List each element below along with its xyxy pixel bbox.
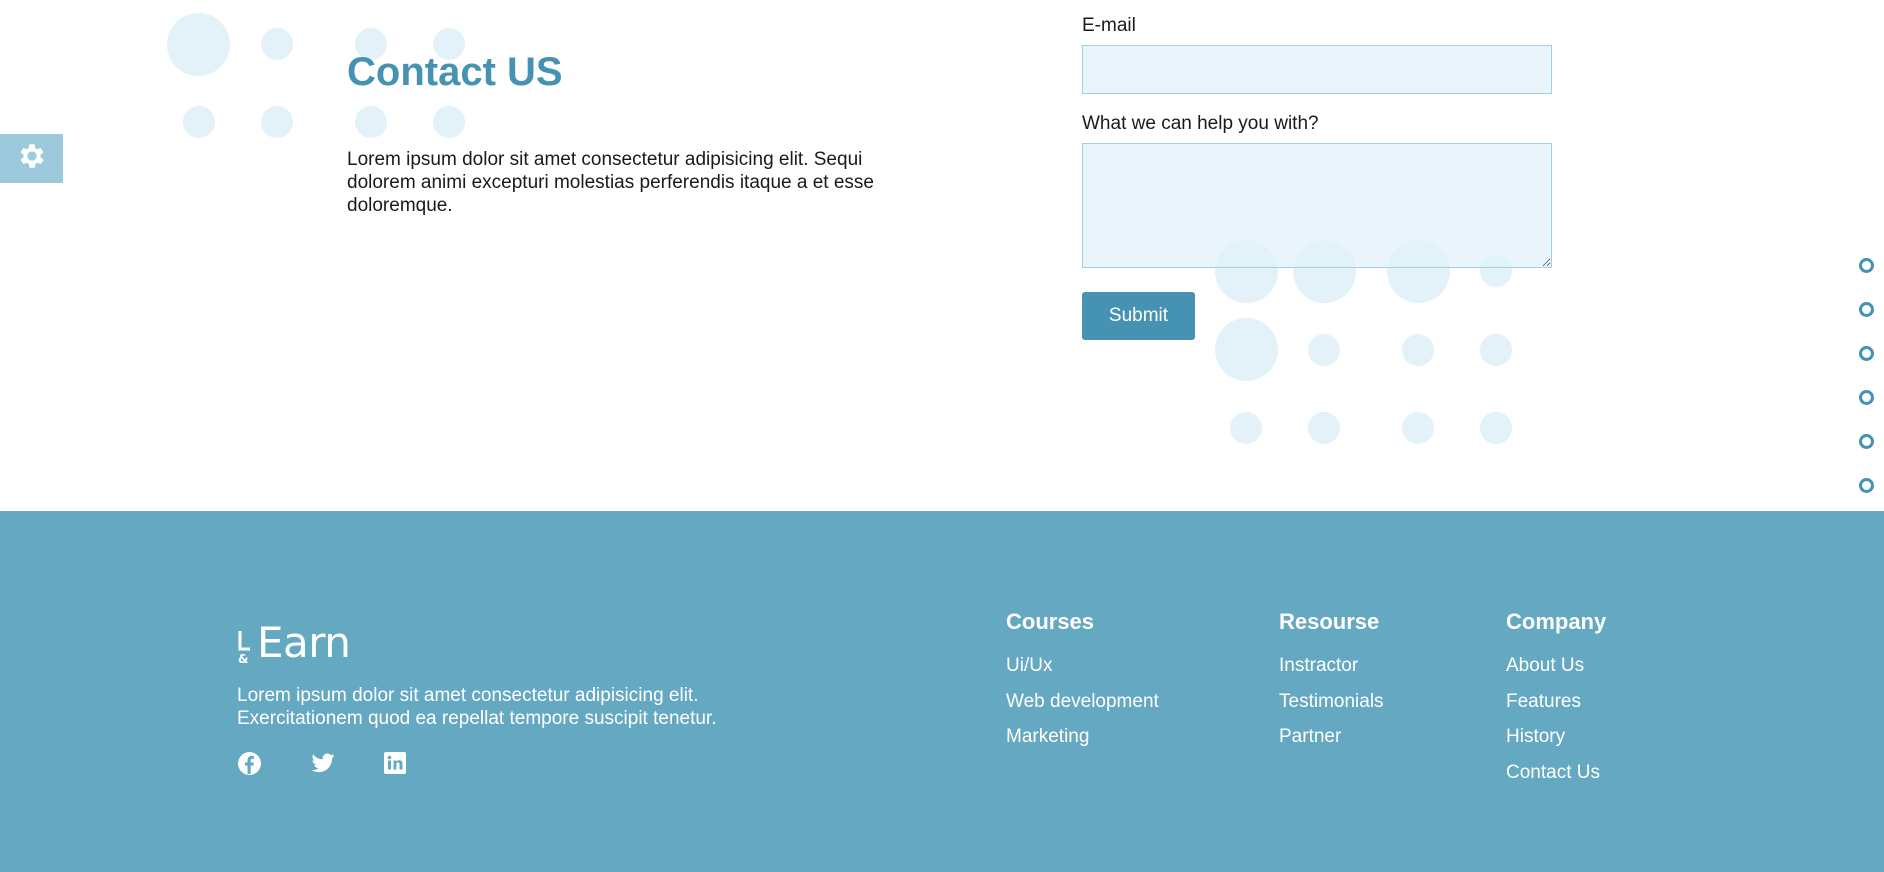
- logo-text: Earn: [257, 618, 351, 667]
- decor-dot: [183, 106, 215, 138]
- footer-column-title: Courses: [1006, 609, 1095, 634]
- email-field[interactable]: [1082, 45, 1552, 94]
- decor-dot: [167, 13, 230, 76]
- decor-dot: [1308, 412, 1340, 444]
- page-title: Contact US: [347, 50, 563, 94]
- page-nav-dot[interactable]: [1859, 258, 1874, 273]
- decor-dot: [1402, 412, 1434, 444]
- footer-link[interactable]: Web development: [1006, 691, 1159, 727]
- page-nav-dot[interactable]: [1859, 434, 1874, 449]
- linkedin-icon[interactable]: [383, 751, 408, 776]
- logo[interactable]: & Earn: [237, 618, 351, 667]
- footer-description: Lorem ipsum dolor sit amet consectetur a…: [237, 685, 717, 729]
- decor-dot: [1402, 334, 1434, 366]
- decor-dot: [1230, 412, 1262, 444]
- decor-dot: [433, 106, 465, 138]
- page-nav-dot[interactable]: [1859, 478, 1874, 493]
- footer-column-courses: Courses Ui/Ux Web development Marketing: [1006, 609, 1159, 762]
- facebook-icon[interactable]: [237, 751, 262, 776]
- footer-link[interactable]: Ui/Ux: [1006, 655, 1159, 691]
- help-label: What we can help you with?: [1082, 113, 1319, 134]
- settings-button[interactable]: [0, 134, 63, 183]
- footer-column-company: Company About Us Features History Contac…: [1506, 609, 1606, 797]
- page-nav-dot[interactable]: [1859, 302, 1874, 317]
- page-nav-dot[interactable]: [1859, 390, 1874, 405]
- footer-link[interactable]: Features: [1506, 691, 1606, 727]
- decor-dot: [1480, 334, 1512, 366]
- footer: & Earn Lorem ipsum dolor sit amet consec…: [0, 511, 1884, 872]
- twitter-icon[interactable]: [310, 751, 335, 776]
- decor-dot: [1480, 412, 1512, 444]
- footer-column-title: Resourse: [1279, 609, 1380, 634]
- footer-link[interactable]: Contact Us: [1506, 762, 1606, 798]
- decor-dot: [355, 106, 387, 138]
- decor-dot: [1308, 334, 1340, 366]
- submit-button[interactable]: Submit: [1082, 292, 1195, 340]
- footer-link[interactable]: About Us: [1506, 655, 1606, 691]
- footer-link[interactable]: Testimonials: [1279, 691, 1384, 727]
- footer-column-title: Company: [1506, 609, 1607, 634]
- footer-link[interactable]: Marketing: [1006, 726, 1159, 762]
- footer-link[interactable]: History: [1506, 726, 1606, 762]
- svg-text:&: &: [238, 652, 248, 666]
- email-label: E-mail: [1082, 15, 1136, 36]
- footer-link[interactable]: Instractor: [1279, 655, 1384, 691]
- decor-dot: [261, 28, 293, 60]
- contact-description: Lorem ipsum dolor sit amet consectetur a…: [347, 149, 874, 216]
- footer-column-resourse: Resourse Instractor Testimonials Partner: [1279, 609, 1384, 762]
- gear-icon: [16, 140, 48, 177]
- social-links: [237, 751, 408, 776]
- decor-dot: [1215, 318, 1278, 381]
- page-nav-dot[interactable]: [1859, 346, 1874, 361]
- decor-dot: [261, 106, 293, 138]
- help-textarea[interactable]: [1082, 143, 1552, 268]
- logo-mark: &: [238, 631, 250, 666]
- footer-link[interactable]: Partner: [1279, 726, 1384, 762]
